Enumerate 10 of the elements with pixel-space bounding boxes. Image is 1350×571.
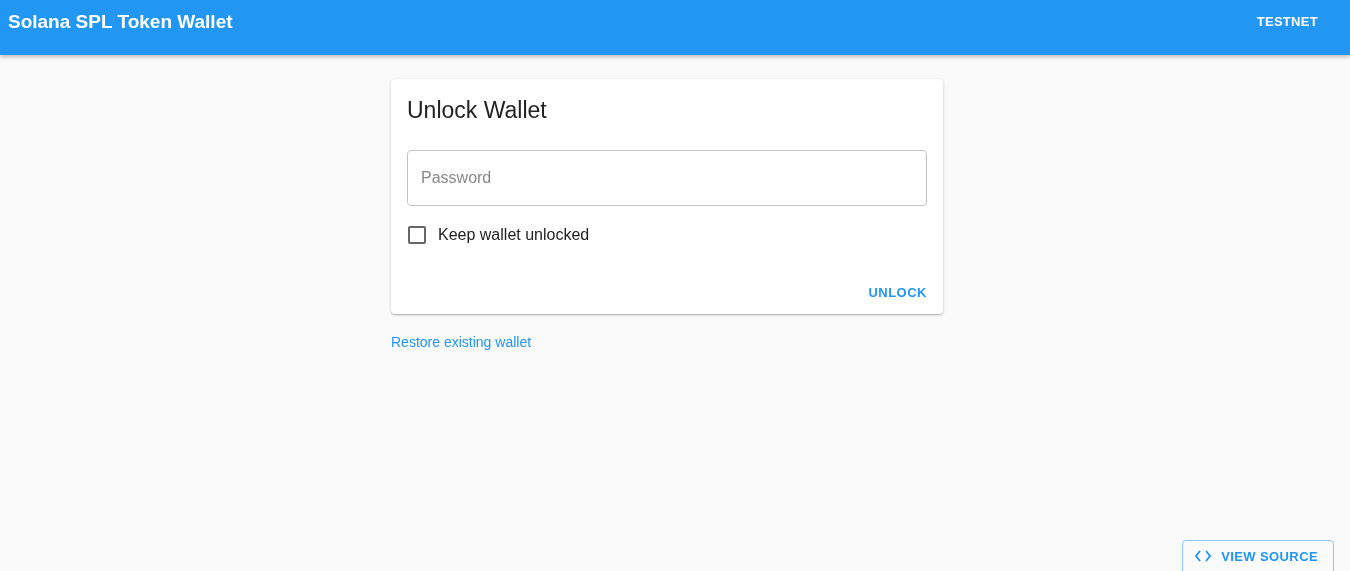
view-source-button[interactable]: VIEW SOURCE [1182, 540, 1334, 571]
checkbox[interactable] [408, 226, 426, 244]
restore-link[interactable]: Restore existing wallet [391, 334, 532, 350]
code-icon [1195, 550, 1212, 562]
card-title: Unlock Wallet [407, 97, 548, 124]
network-button[interactable]: TESTNET [1240, 8, 1334, 35]
unlock-button[interactable]: UNLOCK [860, 279, 927, 306]
checkbox-label: Keep wallet unlocked [438, 226, 590, 244]
password-field[interactable]: Password [407, 150, 927, 206]
app-title: Solana SPL Token Wallet [8, 10, 233, 33]
